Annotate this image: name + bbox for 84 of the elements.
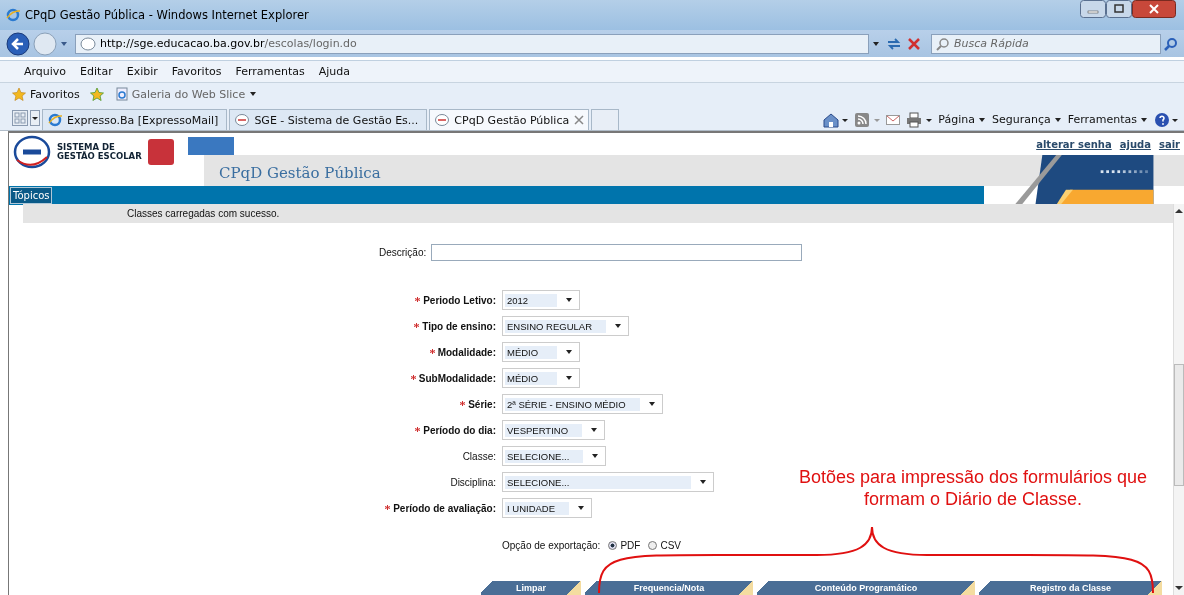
- status-message: Classes carregadas com sucesso.: [127, 208, 280, 219]
- tab-list-caret-icon[interactable]: [30, 110, 40, 126]
- required-asterisk-icon[interactable]: [385, 504, 391, 510]
- field-label: Período de avaliação:: [9, 502, 496, 514]
- menu-item[interactable]: Ajuda: [318, 65, 351, 78]
- web-slice-button[interactable]: Galeria do Web Slice: [115, 87, 258, 101]
- dropdown[interactable]: VESPERTINO: [502, 420, 606, 440]
- annotation-text: Botões para impressão dos formulários que formam o Diário de Classe.: [797, 466, 1149, 510]
- menu-item[interactable]: Arquivo: [24, 65, 67, 78]
- help-icon[interactable]: [1154, 111, 1180, 128]
- field-label: Opção de exportação:: [502, 540, 601, 551]
- favorites-button[interactable]: Favoritos: [12, 87, 80, 101]
- form-button[interactable]: Frequencia/Nota: [585, 581, 753, 595]
- menu-item[interactable]: Ferramentas: [235, 65, 305, 78]
- radio-option[interactable]: PDF: [608, 540, 641, 551]
- header-link[interactable]: alterar senha: [1036, 139, 1112, 150]
- form-button[interactable]: Conteúdo Programático: [757, 581, 975, 595]
- field-label: Período do dia:: [9, 424, 496, 436]
- site-title: CPqD Gestão Pública: [219, 164, 381, 182]
- field-label: SubModalidade:: [9, 372, 496, 384]
- required-asterisk-icon[interactable]: [460, 400, 466, 406]
- printer-icon[interactable]: [906, 111, 933, 128]
- feed-icon[interactable]: [854, 111, 881, 128]
- logo-text: SISTEMA DE: [57, 143, 116, 152]
- dropdown[interactable]: ENSINO REGULAR: [502, 316, 629, 336]
- field-label: Periodo Letivo:: [9, 294, 496, 306]
- dropdown[interactable]: 2012: [502, 290, 580, 310]
- mail-icon[interactable]: [886, 113, 901, 126]
- browser-tab[interactable]: SGE - Sistema de Gestão Es...: [229, 109, 428, 130]
- close-icon[interactable]: [1132, 0, 1176, 18]
- required-asterisk-icon[interactable]: [410, 374, 416, 380]
- close-tab-icon[interactable]: [574, 115, 585, 125]
- search-icon[interactable]: [1164, 36, 1178, 51]
- command-menu[interactable]: Página: [938, 113, 986, 126]
- dropdown[interactable]: I UNIDADE: [502, 498, 593, 518]
- form-button[interactable]: Registro da Classe: [979, 581, 1162, 595]
- dropdown[interactable]: MÉDIO: [502, 368, 580, 388]
- campaign-logo: [147, 139, 174, 165]
- logo-text: GESTÃO ESCOLAR: [57, 152, 142, 161]
- menu-item[interactable]: Favoritos: [171, 65, 222, 78]
- minimize-icon[interactable]: [1080, 0, 1106, 18]
- field-label: Classe:: [461, 450, 496, 462]
- star-icon[interactable]: [12, 87, 26, 101]
- dropdown[interactable]: MÉDIO: [502, 342, 580, 362]
- search-field[interactable]: Busca Rápida: [931, 33, 1161, 54]
- description-field[interactable]: [431, 244, 803, 261]
- dropdown[interactable]: SELECIONE...: [502, 472, 714, 492]
- command-menu[interactable]: Segurança: [991, 113, 1062, 126]
- field-label: Disciplina:: [449, 476, 496, 488]
- browser-logo-icon[interactable]: [6, 8, 20, 22]
- address-field[interactable]: http://sge.educacao.ba.gov.br/escolas/login.do: [75, 33, 869, 54]
- state-logo: [187, 137, 234, 155]
- topics-button[interactable]: Tópicos: [10, 187, 53, 204]
- stop-icon[interactable]: [906, 35, 922, 52]
- field-label: Descrição:: [379, 247, 427, 258]
- required-asterisk-icon[interactable]: [415, 426, 421, 432]
- search-icon[interactable]: [936, 36, 950, 51]
- field-label: Tipo de ensino:: [9, 320, 496, 332]
- dropdown[interactable]: 2ª SÉRIE - ENSINO MÉDIO: [502, 394, 663, 414]
- radio-option[interactable]: CSV: [648, 540, 681, 551]
- restore-icon[interactable]: [1106, 0, 1132, 18]
- required-asterisk-icon[interactable]: [414, 322, 420, 328]
- command-menu[interactable]: Ferramentas: [1067, 113, 1148, 126]
- required-asterisk-icon[interactable]: [429, 348, 435, 354]
- add-favorite-star-icon[interactable]: [89, 87, 106, 101]
- field-label: Série:: [9, 398, 496, 410]
- browser-logo-icon[interactable]: [48, 113, 62, 127]
- window-title: CPqD Gestão Pública - Windows Internet Explorer: [25, 8, 309, 22]
- scroll-up-icon[interactable]: [1175, 208, 1183, 214]
- menu-item[interactable]: Exibir: [126, 65, 158, 78]
- scroll-down-icon[interactable]: [1175, 585, 1183, 591]
- required-asterisk-icon[interactable]: [415, 296, 421, 302]
- browser-tab[interactable]: CPqD Gestão Pública: [429, 109, 590, 130]
- menu-item[interactable]: Editar: [80, 65, 113, 78]
- header-link[interactable]: sair: [1158, 139, 1180, 150]
- header-link[interactable]: ajuda: [1119, 139, 1151, 150]
- field-label: Modalidade:: [9, 346, 496, 358]
- scrollbar[interactable]: [1173, 204, 1184, 595]
- sge-logo-icon[interactable]: [13, 135, 51, 169]
- form-button[interactable]: Limpar: [481, 581, 581, 595]
- dropdown[interactable]: SELECIONE...: [502, 446, 607, 466]
- browser-page-icon[interactable]: [115, 87, 128, 101]
- browser-tab[interactable]: Expresso.Ba [ExpressoMail]: [42, 109, 228, 130]
- home-icon[interactable]: [822, 111, 849, 128]
